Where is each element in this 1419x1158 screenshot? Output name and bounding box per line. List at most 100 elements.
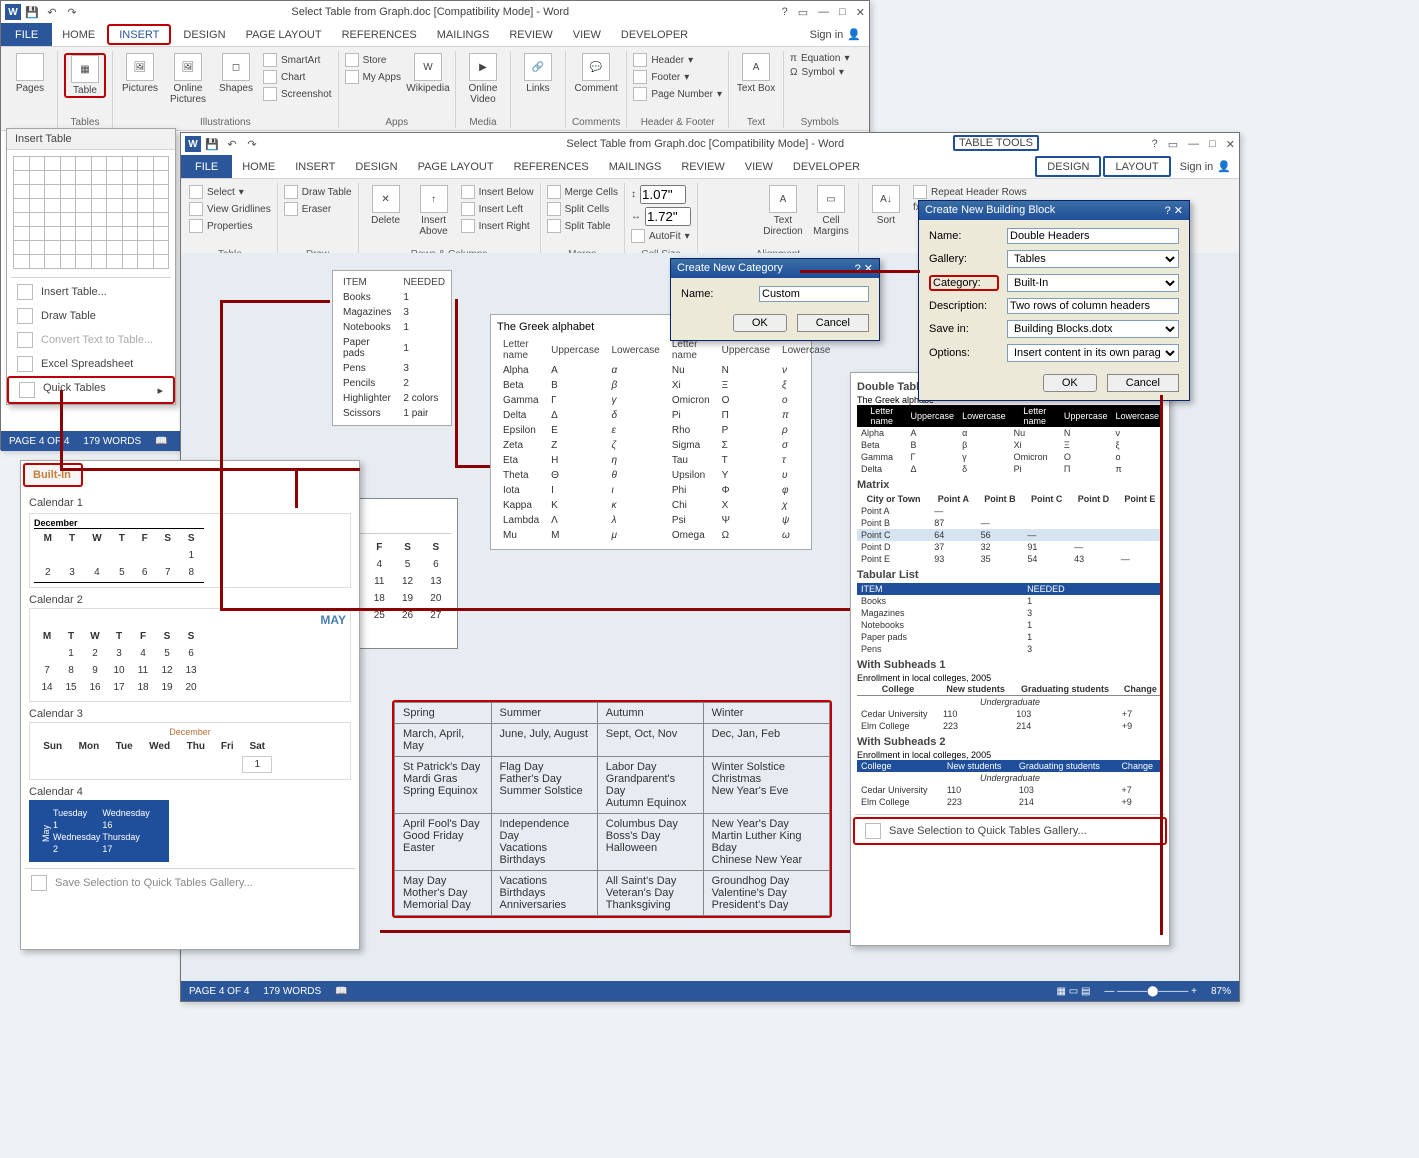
- tab-home[interactable]: HOME: [52, 23, 105, 46]
- minimize-icon[interactable]: —: [1188, 138, 1199, 151]
- status-proof-icon[interactable]: 📖: [335, 986, 347, 997]
- zoom-percent[interactable]: 87%: [1211, 986, 1231, 997]
- tab-home[interactable]: HOME: [232, 155, 285, 178]
- myapps-button[interactable]: My Apps: [345, 70, 401, 84]
- tab-design-ctx[interactable]: DESIGN: [1035, 156, 1101, 177]
- tab-references[interactable]: REFERENCES: [332, 23, 427, 46]
- autofit-button[interactable]: AutoFit ▾: [631, 229, 691, 243]
- qat-undo-icon[interactable]: ↶: [45, 5, 59, 19]
- close-icon[interactable]: ✕: [856, 6, 865, 19]
- maximize-icon[interactable]: □: [839, 6, 846, 19]
- menu-draw-table[interactable]: Draw Table: [7, 304, 175, 328]
- chart-button[interactable]: Chart: [263, 70, 332, 84]
- footer-button[interactable]: Footer ▾: [633, 70, 722, 84]
- store-button[interactable]: Store: [345, 53, 401, 67]
- dlg-help-icon[interactable]: ? ✕: [855, 262, 873, 275]
- dlg-help-icon[interactable]: ? ✕: [1165, 204, 1183, 217]
- col-width[interactable]: ↔: [631, 207, 691, 226]
- menu-insert-table[interactable]: Insert Table...: [7, 280, 175, 304]
- tab-layout-ctx[interactable]: LAYOUT: [1103, 156, 1170, 177]
- view-icons[interactable]: ▦ ▭ ▤: [1056, 986, 1090, 997]
- category-name-input[interactable]: [759, 286, 869, 302]
- properties-button[interactable]: Properties: [189, 219, 271, 233]
- insert-above-button[interactable]: ↑Insert Above: [413, 185, 455, 237]
- tab-developer[interactable]: DEVELOPER: [783, 155, 870, 178]
- tab-pagelayout[interactable]: PAGE LAYOUT: [408, 155, 504, 178]
- repeat-header-button[interactable]: Repeat Header Rows: [913, 185, 1027, 199]
- ok-button[interactable]: OK: [733, 314, 787, 332]
- maximize-icon[interactable]: □: [1209, 138, 1216, 151]
- tab-review[interactable]: REVIEW: [671, 155, 734, 178]
- smartart-button[interactable]: SmartArt: [263, 53, 332, 67]
- gallery-calendar1[interactable]: Calendar 1: [29, 497, 351, 509]
- tab-design[interactable]: DESIGN: [345, 155, 407, 178]
- cancel-button[interactable]: Cancel: [1107, 374, 1179, 392]
- insert-below-button[interactable]: Insert Below: [461, 185, 534, 199]
- pictures-button[interactable]: 🖼Pictures: [119, 53, 161, 94]
- cell-margins-button[interactable]: ▭Cell Margins: [810, 185, 852, 237]
- merge-cells-button[interactable]: Merge Cells: [547, 185, 618, 199]
- equation-button[interactable]: π Equation ▾: [790, 53, 849, 64]
- menu-quick-tables[interactable]: Quick Tables▸: [7, 376, 175, 404]
- zoom-slider[interactable]: — ———⬤——— +: [1104, 986, 1197, 997]
- delete-button[interactable]: ✕Delete: [365, 185, 407, 226]
- signin[interactable]: Sign in👤: [1172, 155, 1239, 178]
- bb-name-input[interactable]: [1007, 228, 1179, 244]
- cancel-button[interactable]: Cancel: [797, 314, 869, 332]
- online-video-button[interactable]: ▶Online Video: [462, 53, 504, 105]
- help-icon[interactable]: ?: [782, 6, 788, 19]
- draw-table-button[interactable]: Draw Table: [284, 185, 352, 199]
- split-table-button[interactable]: Split Table: [547, 219, 618, 233]
- tab-mailings[interactable]: MAILINGS: [599, 155, 672, 178]
- bb-options-select[interactable]: Insert content in its own paragraph: [1007, 344, 1179, 362]
- save-selection-gallery-2[interactable]: Save Selection to Quick Tables Gallery..…: [853, 817, 1167, 845]
- menu-convert-text[interactable]: Convert Text to Table...: [7, 328, 175, 352]
- tab-review[interactable]: REVIEW: [499, 23, 562, 46]
- insert-right-button[interactable]: Insert Right: [461, 219, 534, 233]
- close-icon[interactable]: ✕: [1226, 138, 1235, 151]
- links-button[interactable]: 🔗Links: [517, 53, 559, 94]
- qat-save-icon[interactable]: 💾: [25, 5, 39, 19]
- tab-insert[interactable]: INSERT: [285, 155, 345, 178]
- qat-redo-icon[interactable]: ↷: [245, 137, 259, 151]
- text-direction-button[interactable]: AText Direction: [762, 185, 804, 237]
- view-gridlines-button[interactable]: View Gridlines: [189, 202, 271, 216]
- header-button[interactable]: Header ▾: [633, 53, 722, 67]
- gallery-calendar4[interactable]: Calendar 4: [29, 786, 351, 798]
- qat-save-icon[interactable]: 💾: [205, 137, 219, 151]
- tab-insert[interactable]: INSERT: [107, 24, 171, 45]
- symbol-button[interactable]: Ω Symbol ▾: [790, 67, 849, 78]
- tab-mailings[interactable]: MAILINGS: [427, 23, 500, 46]
- sort-button[interactable]: A↓Sort: [865, 185, 907, 226]
- screenshot-button[interactable]: Screenshot: [263, 87, 332, 101]
- pagenumber-button[interactable]: Page Number ▾: [633, 87, 722, 101]
- comment-button[interactable]: 💬Comment: [575, 53, 617, 94]
- bb-savein-select[interactable]: Building Blocks.dotx: [1007, 320, 1179, 338]
- tab-file[interactable]: FILE: [181, 155, 232, 178]
- minimize-icon[interactable]: —: [818, 6, 829, 19]
- ribbon-opts-icon[interactable]: ▭: [1168, 138, 1178, 151]
- tab-references[interactable]: REFERENCES: [504, 155, 599, 178]
- status-proof-icon[interactable]: 📖: [155, 436, 167, 447]
- tab-file[interactable]: FILE: [1, 23, 52, 46]
- split-cells-button[interactable]: Split Cells: [547, 202, 618, 216]
- insert-left-button[interactable]: Insert Left: [461, 202, 534, 216]
- tab-pagelayout[interactable]: PAGE LAYOUT: [236, 23, 332, 46]
- table-grid-picker[interactable]: [7, 150, 175, 275]
- table-button[interactable]: ▦Table: [64, 53, 106, 98]
- ok-button[interactable]: OK: [1043, 374, 1097, 392]
- tab-design[interactable]: DESIGN: [173, 23, 235, 46]
- textbox-button[interactable]: AText Box: [735, 53, 777, 94]
- bb-desc-input[interactable]: [1007, 298, 1179, 314]
- signin[interactable]: Sign in👤: [802, 23, 869, 46]
- row-height[interactable]: ↕: [631, 185, 691, 204]
- gallery-calendar3[interactable]: Calendar 3: [29, 708, 351, 720]
- menu-excel-spreadsheet[interactable]: Excel Spreadsheet: [7, 352, 175, 376]
- gallery-calendar2[interactable]: Calendar 2: [29, 594, 351, 606]
- tab-developer[interactable]: DEVELOPER: [611, 23, 698, 46]
- online-pictures-button[interactable]: 🖼Online Pictures: [167, 53, 209, 105]
- tab-view[interactable]: VIEW: [563, 23, 611, 46]
- help-icon[interactable]: ?: [1152, 138, 1158, 151]
- save-selection-gallery-1[interactable]: Save Selection to Quick Tables Gallery..…: [21, 871, 359, 895]
- qat-redo-icon[interactable]: ↷: [65, 5, 79, 19]
